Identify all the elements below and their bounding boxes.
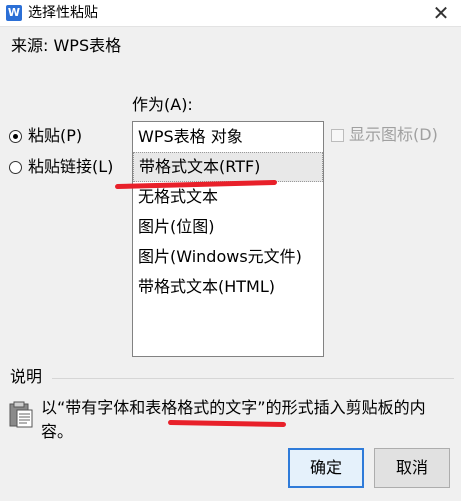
- radio-paste-link-label: 粘贴链接(L): [28, 157, 114, 176]
- format-item-wps-object[interactable]: WPS表格 对象: [133, 122, 323, 152]
- format-item-metafile[interactable]: 图片(Windows元文件): [133, 242, 323, 272]
- paste-special-dialog: W 选择性粘贴 ✕ 来源: WPS表格 作为(A): 粘贴(P) 粘贴链接(L)…: [0, 0, 461, 501]
- radio-paste-label: 粘贴(P): [28, 126, 83, 145]
- description-label: 说明: [10, 367, 43, 386]
- show-icon-checkbox[interactable]: 显示图标(D): [331, 125, 438, 145]
- ok-button[interactable]: 确定: [288, 448, 364, 488]
- close-icon[interactable]: ✕: [421, 0, 461, 27]
- radio-paste-link-indicator[interactable]: [9, 160, 22, 174]
- format-item-bitmap[interactable]: 图片(位图): [133, 212, 323, 242]
- radio-paste[interactable]: 粘贴(P): [9, 126, 82, 146]
- window-title: 选择性粘贴: [28, 5, 98, 21]
- format-item-html[interactable]: 带格式文本(HTML): [133, 272, 323, 302]
- wps-app-icon: W: [6, 5, 22, 21]
- format-item-rtf[interactable]: 带格式文本(RTF): [133, 152, 323, 182]
- show-icon-label: 显示图标(D): [349, 125, 438, 144]
- radio-paste-link[interactable]: 粘贴链接(L): [9, 157, 113, 177]
- description-group-line: [52, 378, 454, 379]
- description-text: 以“带有字体和表格格式的文字”的形式插入剪贴板的内容。: [41, 398, 426, 441]
- source-label: 来源: WPS表格: [11, 36, 122, 55]
- clipboard-icon: [9, 401, 33, 428]
- paste-as-label: 作为(A):: [132, 95, 193, 114]
- show-icon-checkbox-box[interactable]: [331, 128, 344, 142]
- cancel-button[interactable]: 取消: [374, 448, 450, 488]
- format-listbox[interactable]: WPS表格 对象 带格式文本(RTF) 无格式文本 图片(位图) 图片(Wind…: [132, 121, 324, 357]
- radio-paste-indicator[interactable]: [9, 129, 22, 143]
- title-bar[interactable]: W 选择性粘贴 ✕: [0, 0, 461, 27]
